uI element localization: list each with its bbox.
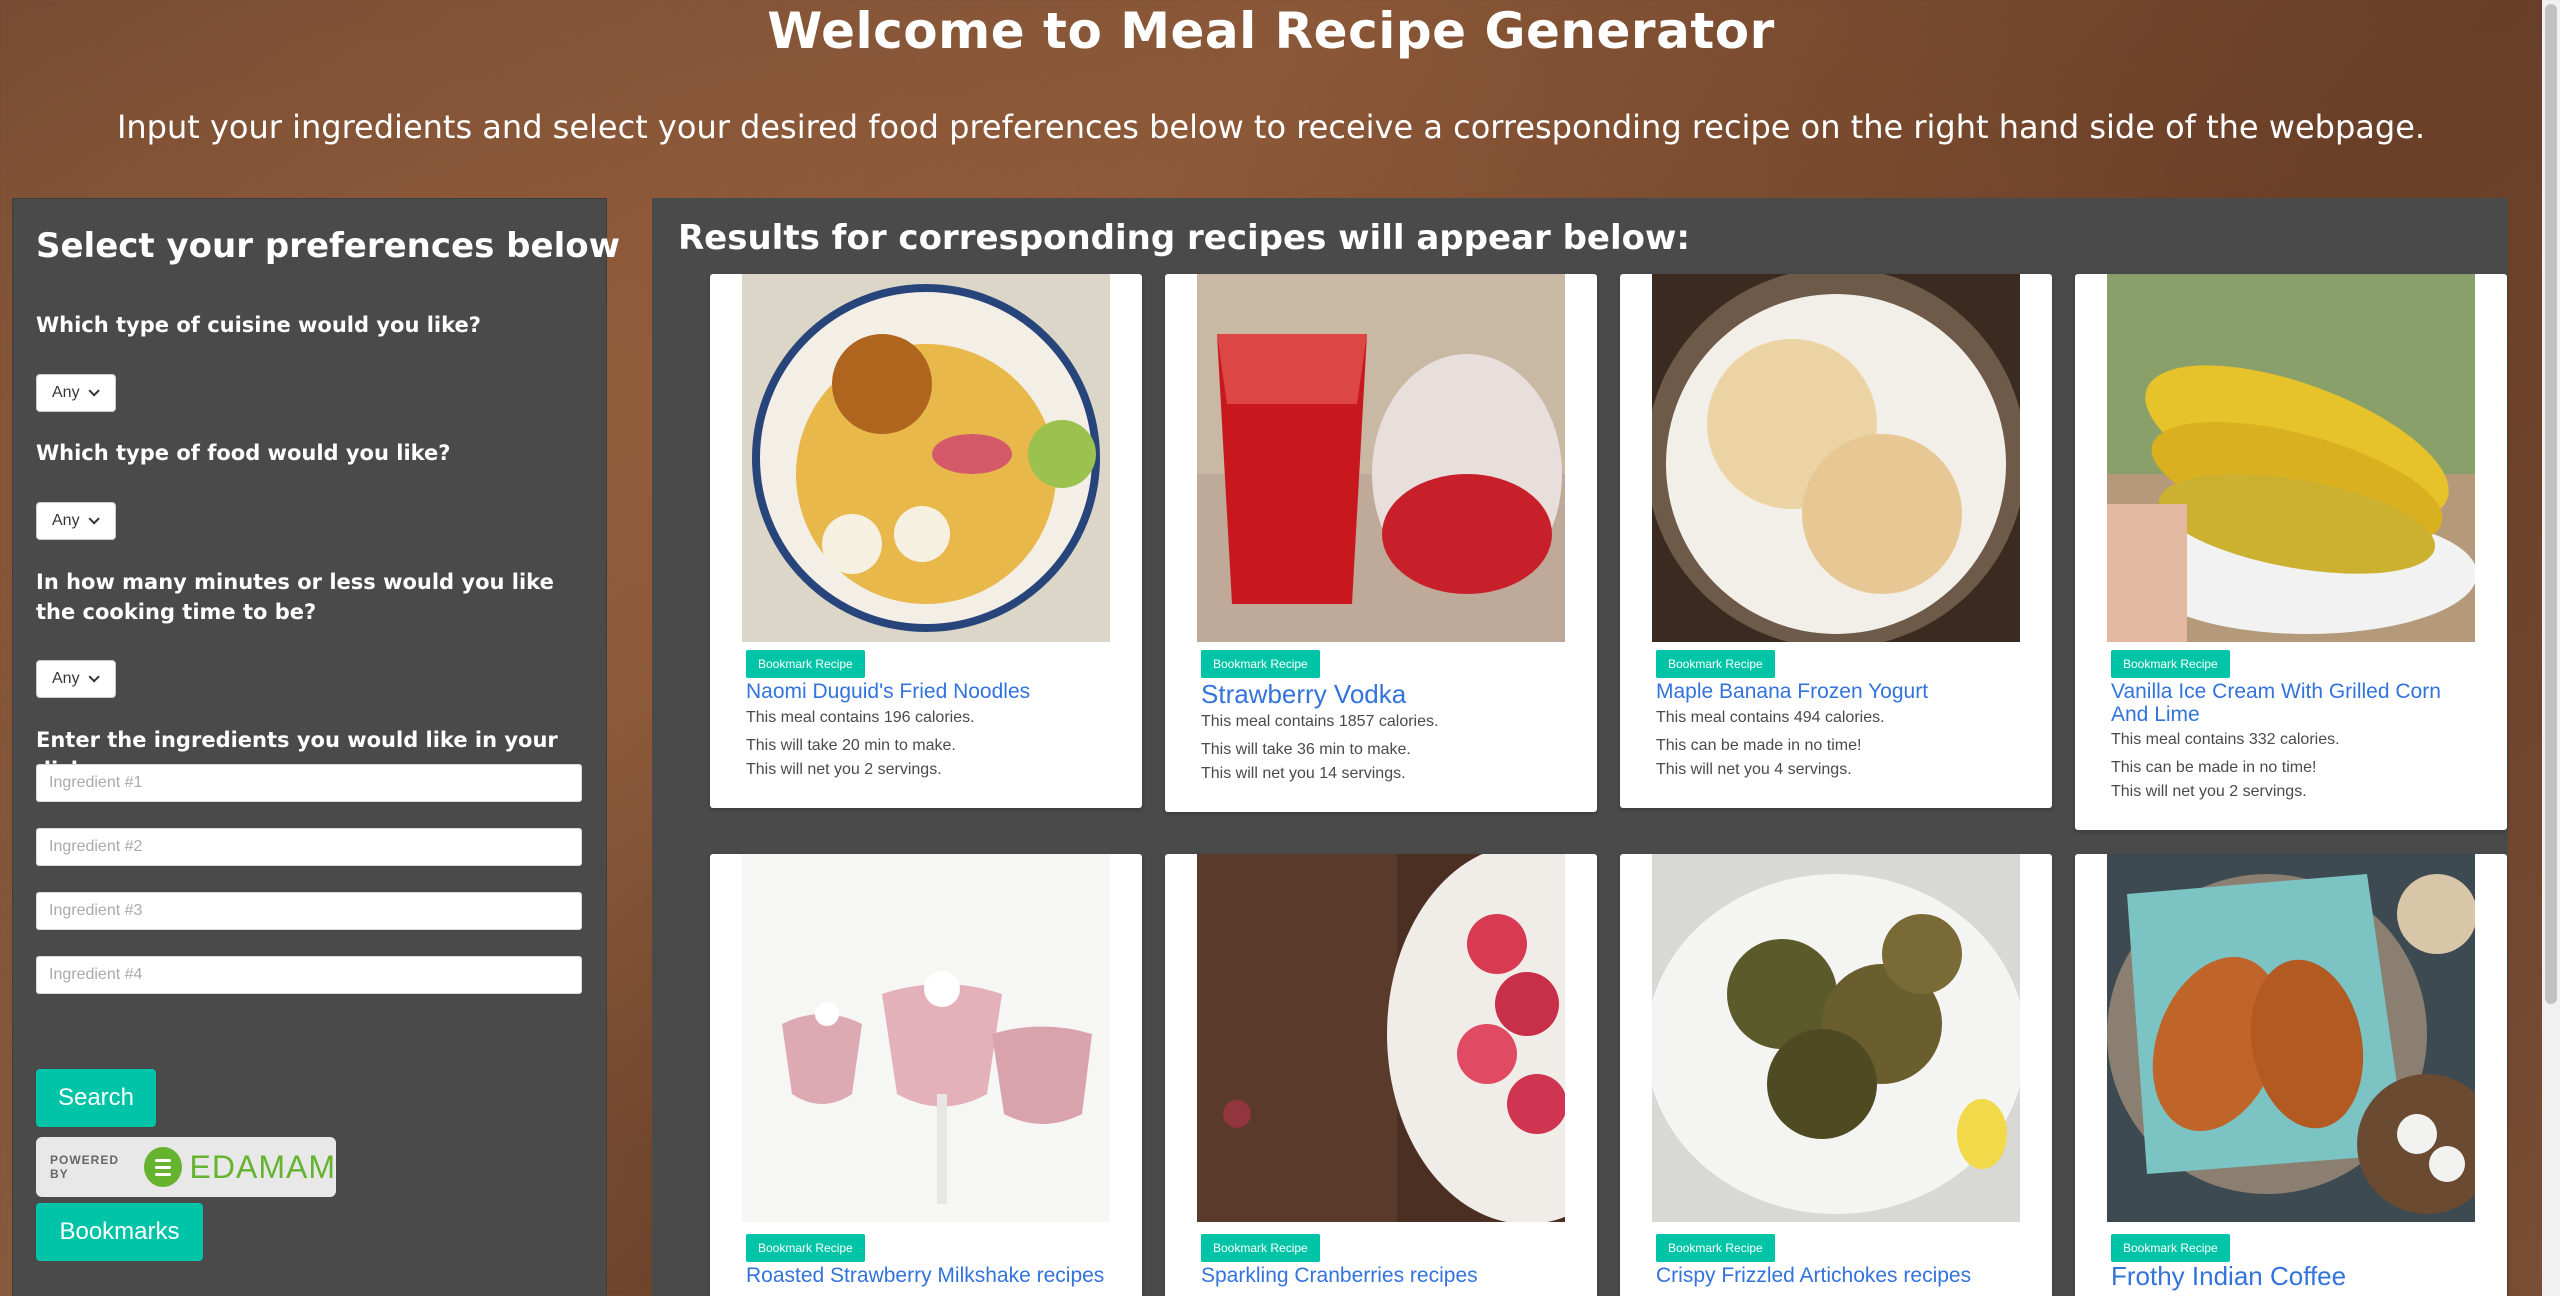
powered-by-label: POWERED BY [50, 1153, 120, 1181]
recipe-title-link[interactable]: Strawberry Vodka [1201, 680, 1571, 708]
recipe-title-link[interactable]: Naomi Duguid's Fried Noodles [746, 680, 1116, 703]
ingredient-placeholder: Ingredient #2 [49, 838, 143, 855]
cuisine-select[interactable]: Any [36, 374, 116, 412]
recipe-image[interactable] [2107, 274, 2475, 642]
recipe-title-link[interactable]: Vanilla Ice Cream With Grilled Corn And … [2111, 680, 2481, 726]
ingredient-input-1[interactable]: Ingredient #1 [36, 764, 582, 802]
recipe-servings: This will net you 2 servings. [746, 761, 942, 778]
edamam-brand: EDAMAM [189, 1148, 336, 1185]
page-title: Welcome to Meal Recipe Generator [767, 2, 1775, 60]
scrollbar-thumb[interactable] [2545, 4, 2557, 1004]
recipe-title-link[interactable]: Maple Banana Frozen Yogurt [1656, 680, 2026, 703]
edamam-logo-icon [144, 1147, 182, 1187]
recipe-image[interactable] [2107, 854, 2475, 1222]
bookmark-recipe-button[interactable]: Bookmark Recipe [1201, 1234, 1320, 1262]
recipe-card: Bookmark Recipe Frothy Indian Coffee [2075, 854, 2507, 1296]
recipe-card: Bookmark Recipe Maple Banana Frozen Yogu… [1620, 274, 2052, 808]
recipe-card: Bookmark Recipe Strawberry Vodka This me… [1165, 274, 1597, 812]
recipe-image[interactable] [1652, 274, 2020, 642]
ingredient-placeholder: Ingredient #4 [49, 966, 143, 983]
powered-by-edamam[interactable]: POWERED BY EDAMAM [36, 1137, 336, 1197]
recipe-image[interactable] [742, 274, 1110, 642]
food-select-value: Any [52, 512, 80, 529]
ingredient-input-2[interactable]: Ingredient #2 [36, 828, 582, 866]
preferences-heading: Select your preferences below [36, 226, 620, 266]
ingredient-placeholder: Ingredient #3 [49, 902, 143, 919]
recipe-title-link[interactable]: Crispy Frizzled Artichokes recipes [1656, 1264, 2026, 1287]
time-select-value: Any [52, 670, 80, 687]
recipe-image[interactable] [1197, 854, 1565, 1222]
results-heading: Results for corresponding recipes will a… [678, 218, 1690, 258]
recipe-image[interactable] [742, 854, 1110, 1222]
chevron-down-icon [88, 513, 100, 525]
recipe-title-link[interactable]: Roasted Strawberry Milkshake recipes [746, 1264, 1116, 1287]
recipe-servings: This will net you 14 servings. [1201, 765, 1406, 782]
recipe-card: Bookmark Recipe Crispy Frizzled Artichok… [1620, 854, 2052, 1296]
recipe-card: Bookmark Recipe Roasted Strawberry Milks… [710, 854, 1142, 1296]
recipe-servings: This will net you 4 servings. [1656, 761, 1852, 778]
recipe-calories: This meal contains 196 calories. [746, 709, 975, 726]
recipe-title-link[interactable]: Frothy Indian Coffee [2111, 1262, 2481, 1290]
recipe-calories: This meal contains 332 calories. [2111, 731, 2340, 748]
bookmark-recipe-button[interactable]: Bookmark Recipe [746, 650, 865, 678]
bookmark-recipe-button[interactable]: Bookmark Recipe [2111, 650, 2230, 678]
food-question: Which type of food would you like? [36, 441, 451, 465]
bookmark-recipe-button[interactable]: Bookmark Recipe [1656, 1234, 1775, 1262]
recipe-card: Bookmark Recipe Vanilla Ice Cream With G… [2075, 274, 2507, 830]
search-button[interactable]: Search [36, 1069, 156, 1127]
recipe-calories: This meal contains 1857 calories. [1201, 713, 1439, 730]
food-select[interactable]: Any [36, 502, 116, 540]
recipe-calories: This meal contains 494 calories. [1656, 709, 1885, 726]
ingredient-input-4[interactable]: Ingredient #4 [36, 956, 582, 994]
recipe-servings: This will net you 2 servings. [2111, 783, 2307, 800]
bookmark-recipe-button[interactable]: Bookmark Recipe [2111, 1234, 2230, 1262]
chevron-down-icon [88, 671, 100, 683]
page-subtitle: Input your ingredients and select your d… [116, 108, 2426, 146]
ingredient-placeholder: Ingredient #1 [49, 774, 143, 791]
cuisine-question: Which type of cuisine would you like? [36, 313, 481, 337]
recipe-card: Bookmark Recipe Naomi Duguid's Fried Noo… [710, 274, 1142, 808]
recipe-image[interactable] [1197, 274, 1565, 642]
bookmarks-button[interactable]: Bookmarks [36, 1203, 203, 1261]
recipe-card: Bookmark Recipe Sparkling Cranberries re… [1165, 854, 1597, 1296]
page-scrollbar[interactable] [2542, 0, 2560, 1296]
recipe-title-link[interactable]: Sparkling Cranberries recipes [1201, 1264, 1571, 1287]
recipe-image[interactable] [1652, 854, 2020, 1222]
bookmark-recipe-button[interactable]: Bookmark Recipe [746, 1234, 865, 1262]
cuisine-select-value: Any [52, 384, 80, 401]
chevron-down-icon [88, 385, 100, 397]
bookmark-recipe-button[interactable]: Bookmark Recipe [1201, 650, 1320, 678]
time-select[interactable]: Any [36, 660, 116, 698]
ingredient-input-3[interactable]: Ingredient #3 [36, 892, 582, 930]
bookmark-recipe-button[interactable]: Bookmark Recipe [1656, 650, 1775, 678]
time-question: In how many minutes or less would you li… [36, 570, 554, 624]
